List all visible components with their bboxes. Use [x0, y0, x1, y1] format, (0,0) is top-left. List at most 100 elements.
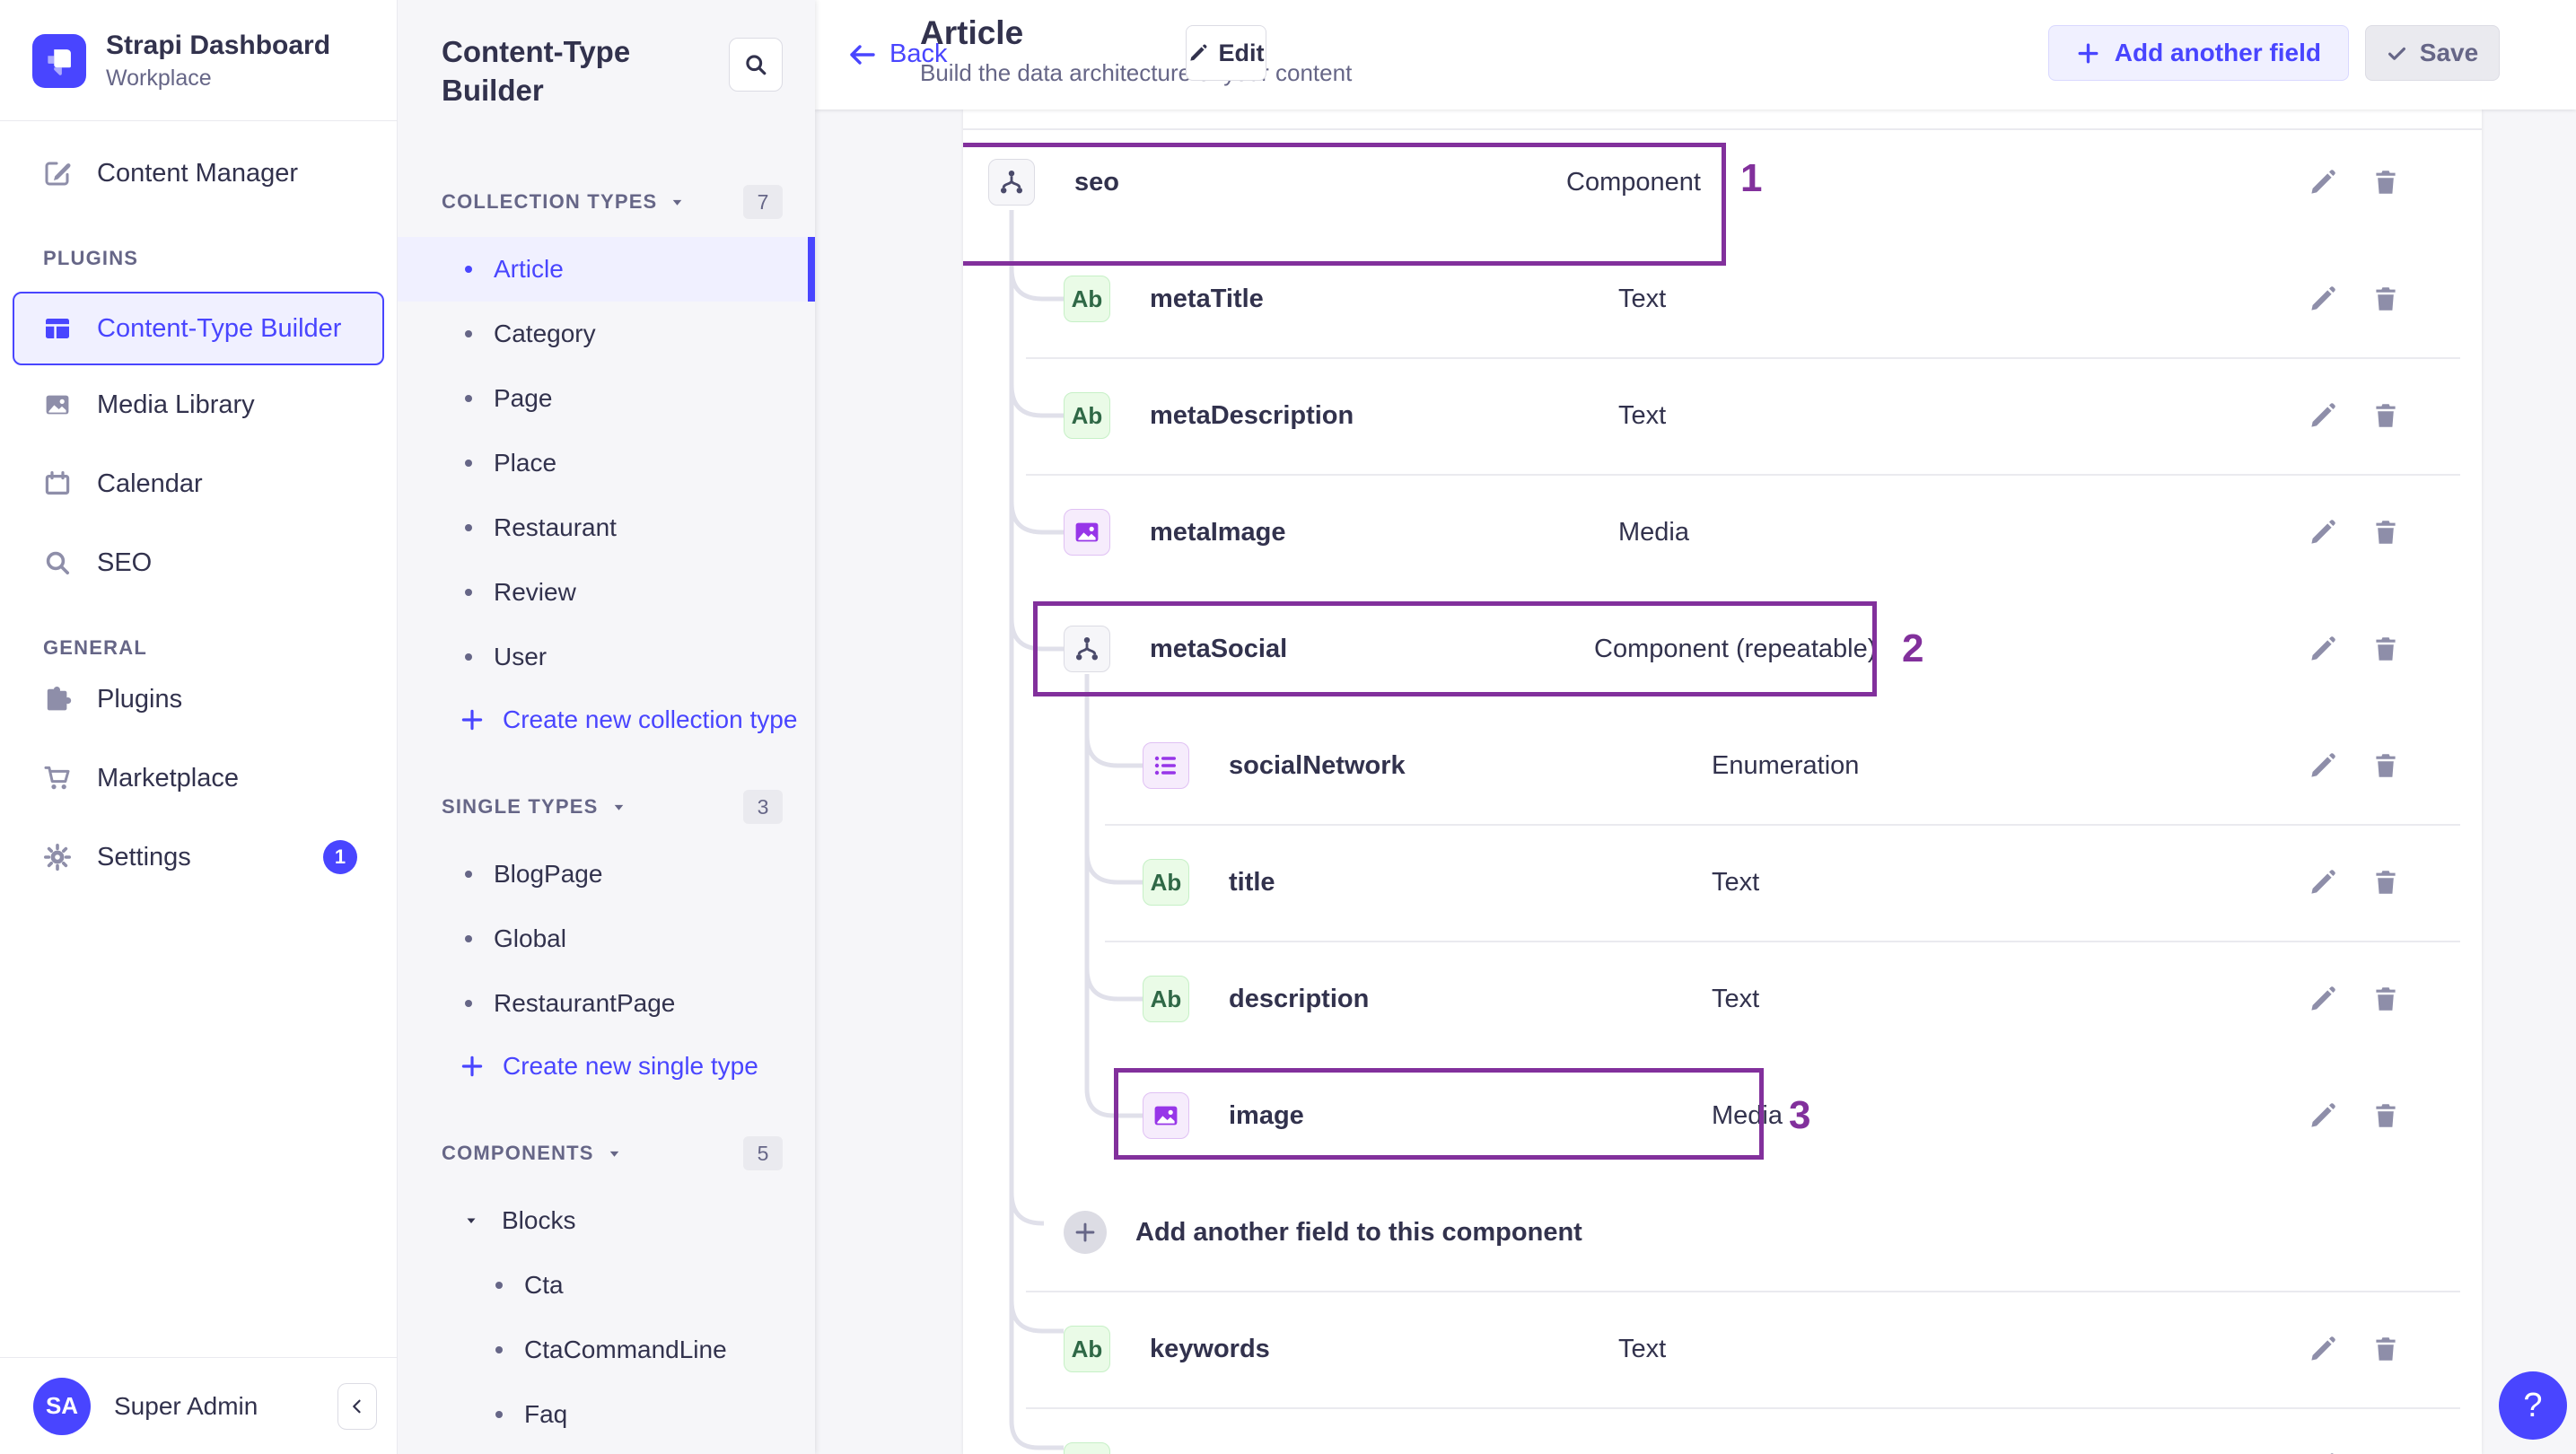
delete-field-button[interactable]: [2369, 982, 2403, 1016]
component-field-icon: [988, 159, 1035, 206]
group-header-collection-types[interactable]: COLLECTION TYPES 7: [442, 185, 783, 219]
plus-icon: [460, 707, 485, 732]
edit-field-button[interactable]: [2306, 165, 2340, 199]
sidebar-item-cta[interactable]: Cta: [398, 1253, 815, 1318]
delete-field-button[interactable]: [2369, 399, 2403, 433]
magnifier-icon: [43, 548, 72, 577]
brand-name: Strapi Dashboard: [106, 31, 331, 60]
chevron-down-icon: [607, 1146, 622, 1161]
edit-field-button[interactable]: [2306, 1449, 2340, 1454]
arrow-left-icon: [848, 40, 877, 69]
field-name: image: [1229, 1100, 1304, 1130]
chevron-down-icon: [611, 800, 626, 815]
save-label: Save: [2419, 39, 2479, 66]
layout-icon: [43, 314, 72, 343]
page-subtitle: Build the data architecture of your cont…: [920, 59, 1353, 86]
group-header-single-types[interactable]: SINGLE TYPES 3: [442, 790, 783, 824]
search-button[interactable]: [729, 38, 783, 92]
create-new-create-new-collection-type-link[interactable]: Create new collection type: [398, 689, 815, 750]
sidebar-item-content-type-builder[interactable]: Content-Type Builder: [13, 292, 384, 365]
gear-icon: [43, 843, 72, 872]
sidebar-item-seo[interactable]: SEO: [0, 523, 397, 602]
sidebar-item-plugins[interactable]: Plugins: [0, 660, 397, 739]
sidebar-item-content-manager[interactable]: Content Manager: [0, 134, 397, 213]
delete-field-button[interactable]: [2369, 749, 2403, 783]
sidebar-item-restaurant[interactable]: Restaurant: [398, 495, 815, 560]
collapse-sidebar-button[interactable]: [337, 1382, 377, 1430]
main-sidebar: Strapi Dashboard Workplace Content Manag…: [0, 0, 398, 1454]
sidebar-item-settings[interactable]: Settings 1: [0, 818, 397, 897]
field-name: metaTitle: [1150, 284, 1264, 313]
avatar[interactable]: SA: [33, 1377, 91, 1435]
sidebar-item-ctacommandline[interactable]: CtaCommandLine: [398, 1318, 815, 1382]
bullet-icon: [465, 1000, 472, 1007]
edit-field-button[interactable]: [2306, 982, 2340, 1016]
trash-icon: [2371, 1101, 2400, 1130]
delete-field-button[interactable]: [2369, 515, 2403, 549]
text-field-icon: Ab: [1064, 1442, 1110, 1454]
bullet-icon: [495, 1282, 503, 1289]
sidebar-item-article[interactable]: Article: [398, 237, 815, 302]
page-title: Article: [920, 14, 1024, 51]
text-field-icon: Ab: [1064, 1326, 1110, 1372]
edit-field-button[interactable]: [2306, 865, 2340, 899]
trash-icon: [2371, 751, 2400, 780]
field-row-image: image Media 3: [963, 1057, 2482, 1174]
fields-content: seo Component 1 Ab metaTitle Text Ab metaDescri…: [815, 109, 2576, 1454]
sidebar-item-features[interactable]: Features: [398, 1447, 815, 1454]
delete-field-button[interactable]: [2369, 1099, 2403, 1133]
plus-icon: [1073, 1221, 1097, 1244]
field-row-metaimage: metaImage Media: [963, 474, 2482, 591]
bullet-icon: [465, 524, 472, 531]
edit-field-button[interactable]: [2306, 1332, 2340, 1366]
sidebar-item-review[interactable]: Review: [398, 560, 815, 625]
edit-field-button[interactable]: [2306, 632, 2340, 666]
sidebar-item-marketplace[interactable]: Marketplace: [0, 739, 397, 818]
edit-button[interactable]: Edit: [1186, 25, 1266, 81]
sidebar-item-global[interactable]: Global: [398, 907, 815, 971]
field-row-metasocial: metaSocial Component (repeatable) 2: [963, 591, 2482, 707]
bullet-icon: [465, 460, 472, 467]
bullet-icon: [465, 653, 472, 661]
help-button[interactable]: ?: [2499, 1371, 2567, 1440]
sidebar-item-restaurantpage[interactable]: RestaurantPage: [398, 971, 815, 1036]
trash-icon: [2371, 1335, 2400, 1363]
media-field-icon: [1064, 509, 1110, 556]
group-items: Article Category Page Place Restaurant Review…: [398, 237, 815, 689]
delete-field-button[interactable]: [2369, 632, 2403, 666]
edit-field-button[interactable]: [2306, 1099, 2340, 1133]
sidebar-item-faq[interactable]: Faq: [398, 1382, 815, 1447]
field-name: socialNetwork: [1229, 750, 1406, 780]
edit-field-button[interactable]: [2306, 282, 2340, 316]
sidebar-item-category[interactable]: Category: [398, 302, 815, 366]
delete-field-button[interactable]: [2369, 865, 2403, 899]
delete-field-button[interactable]: [2369, 282, 2403, 316]
workspace-brand[interactable]: Strapi Dashboard Workplace: [0, 0, 397, 92]
add-field-to-component-button[interactable]: [1064, 1211, 1107, 1254]
edit-field-button[interactable]: [2306, 749, 2340, 783]
user-footer: SA Super Admin: [0, 1357, 397, 1454]
create-new-create-new-single-type-link[interactable]: Create new single type: [398, 1036, 815, 1097]
builder-title: Content-Type Builder: [442, 35, 631, 107]
sidebar-item-blogpage[interactable]: BlogPage: [398, 842, 815, 907]
component-field-icon: [1064, 626, 1110, 672]
sidebar-item-label: Place: [494, 449, 557, 477]
delete-field-button[interactable]: [2369, 165, 2403, 199]
sidebar-item-media-library[interactable]: Media Library: [0, 365, 397, 444]
delete-field-button[interactable]: [2369, 1332, 2403, 1366]
edit-field-button[interactable]: [2306, 515, 2340, 549]
group-header-components[interactable]: COMPONENTS 5: [442, 1136, 783, 1170]
edit-field-button[interactable]: [2306, 399, 2340, 433]
delete-field-button[interactable]: [2369, 1449, 2403, 1454]
save-button[interactable]: Save: [2365, 25, 2500, 81]
sidebar-item-user[interactable]: User: [398, 625, 815, 689]
trash-icon: [2371, 168, 2400, 197]
component-category-blocks[interactable]: Blocks: [398, 1188, 815, 1253]
bullet-icon: [465, 589, 472, 596]
sidebar-item-label: Media Library: [97, 390, 255, 419]
add-another-field-button[interactable]: Add another field: [2047, 25, 2349, 81]
pencil-icon: [2309, 285, 2337, 313]
sidebar-item-calendar[interactable]: Calendar: [0, 444, 397, 523]
sidebar-item-place[interactable]: Place: [398, 431, 815, 495]
sidebar-item-page[interactable]: Page: [398, 366, 815, 431]
